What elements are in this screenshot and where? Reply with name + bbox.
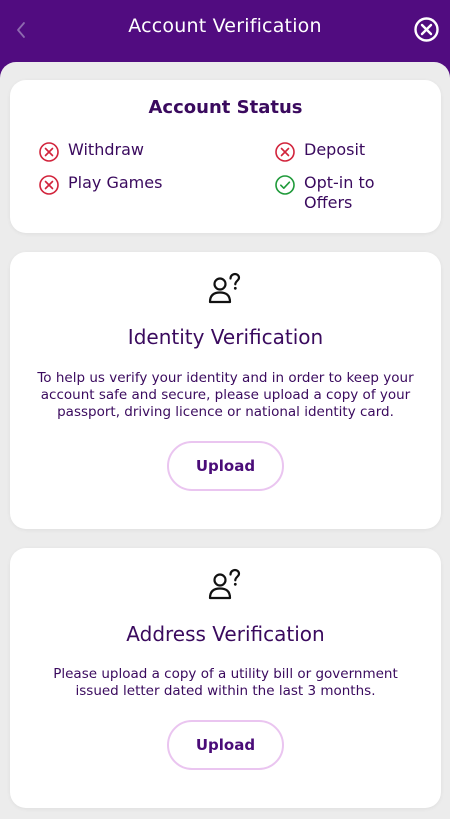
close-button[interactable] bbox=[413, 16, 440, 43]
status-label: Deposit bbox=[304, 140, 366, 159]
x-circle-icon bbox=[39, 142, 59, 162]
close-circle-icon bbox=[414, 17, 439, 42]
status-item-play-games: Play Games bbox=[38, 173, 162, 196]
status-label: Withdraw bbox=[68, 140, 144, 159]
account-status-title: Account Status bbox=[148, 97, 303, 118]
check-circle-icon bbox=[275, 175, 295, 195]
identity-verification-card: Identity Verification To help us verify … bbox=[10, 252, 441, 529]
address-verification-card: Address Verification Please upload a cop… bbox=[10, 548, 441, 808]
status-label: Play Games bbox=[68, 173, 163, 192]
status-item-opt-in-offers: Opt-in to Offers bbox=[274, 173, 394, 213]
identity-verification-description: To help us verify your identity and in o… bbox=[37, 370, 414, 420]
address-verification-description: Please upload a copy of a utility bill o… bbox=[53, 666, 398, 699]
user-question-icon bbox=[208, 568, 241, 600]
x-circle-icon bbox=[275, 142, 295, 162]
content-area: Account Status Withdraw Deposit Play Gam… bbox=[0, 62, 450, 819]
status-item-withdraw: Withdraw bbox=[38, 140, 144, 163]
account-status-card: Account Status Withdraw Deposit Play Gam… bbox=[10, 80, 441, 233]
identity-verification-title: Identity Verification bbox=[127, 325, 324, 349]
address-verification-title: Address Verification bbox=[126, 622, 325, 646]
x-circle-icon bbox=[39, 175, 59, 195]
status-label: Opt-in to Offers bbox=[304, 173, 375, 212]
user-question-icon bbox=[208, 272, 241, 304]
address-upload-button[interactable]: Upload bbox=[167, 720, 284, 770]
page-title: Account Verification bbox=[128, 15, 322, 37]
app-header: Account Verification bbox=[0, 0, 450, 62]
identity-upload-button[interactable]: Upload bbox=[167, 441, 284, 491]
status-item-deposit: Deposit bbox=[274, 140, 365, 163]
